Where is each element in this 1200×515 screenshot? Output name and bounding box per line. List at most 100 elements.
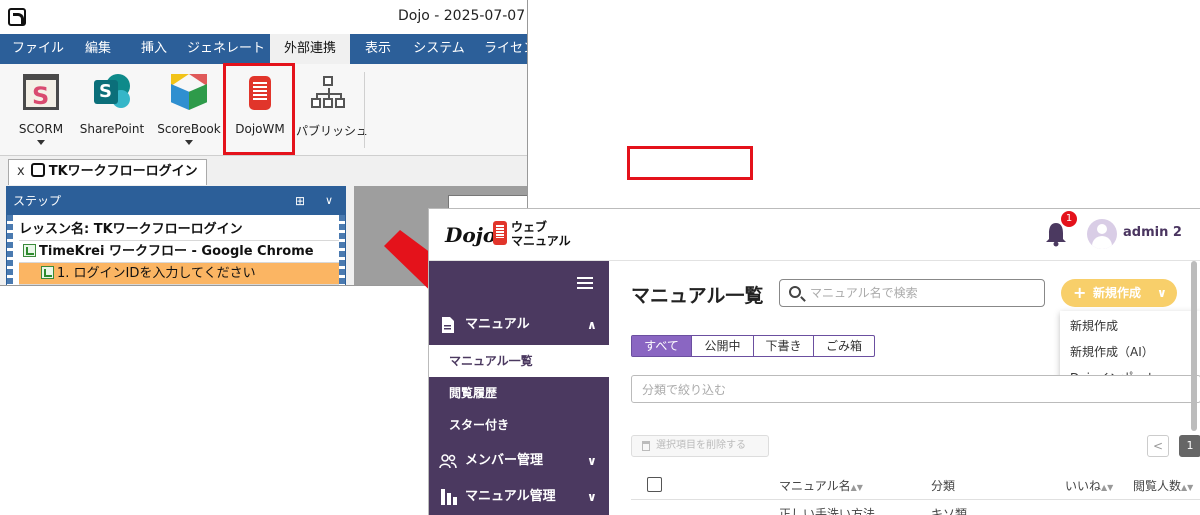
menu-external[interactable]: 外部連携 bbox=[270, 34, 350, 64]
step-row-1[interactable]: 1. ログインIDを入力してください bbox=[19, 263, 339, 285]
window-node-icon bbox=[23, 244, 36, 257]
lesson-name-row[interactable]: レッスン名: TKワークフローログイン bbox=[19, 219, 339, 241]
table-row-name[interactable]: 正しい手洗い方法 bbox=[779, 505, 875, 515]
scorebook-label: ScoreBook bbox=[157, 122, 221, 136]
sidebar-item-starred[interactable]: スター付き bbox=[429, 409, 609, 441]
tab-draft[interactable]: 下書き bbox=[754, 336, 814, 356]
logo-phone-icon bbox=[493, 221, 507, 245]
delete-selected-button[interactable]: 選択項目を削除する bbox=[631, 435, 769, 457]
chevron-down-icon[interactable]: ∨ bbox=[325, 187, 333, 215]
menu-view[interactable]: 表示 bbox=[354, 34, 402, 64]
vertical-scrollbar[interactable] bbox=[1191, 261, 1197, 431]
user-name[interactable]: admin 2 bbox=[1123, 225, 1182, 240]
step-row-1-label: 1. ログインIDを入力してください bbox=[57, 266, 256, 281]
web-header: Dojo ウェブ マニュアル 1 admin 2 bbox=[429, 209, 1200, 261]
tab-published[interactable]: 公開中 bbox=[692, 336, 754, 356]
dojowm-highlight-box bbox=[223, 63, 295, 155]
hamburger-menu-icon[interactable] bbox=[577, 277, 593, 289]
menu-system[interactable]: システム bbox=[408, 34, 470, 64]
window-row-label: TimeKrei ワークフロー - Google Chrome bbox=[39, 244, 314, 259]
column-header-views[interactable]: 閲覧人数▲▼ bbox=[1133, 477, 1193, 494]
bar-chart-icon bbox=[441, 489, 457, 505]
scorm-label: SCORM bbox=[18, 122, 64, 136]
document-tabs: x TKワークフローログイン bbox=[0, 156, 527, 186]
sharepoint-label: SharePoint bbox=[79, 122, 145, 136]
search-input[interactable] bbox=[810, 284, 1030, 302]
column-views-label: 閲覧人数 bbox=[1133, 479, 1182, 493]
web-manual-window: Dojo ウェブ マニュアル 1 admin 2 マニュアル ∧ マニュアル一覧 … bbox=[428, 208, 1200, 515]
pager-current-page[interactable]: 1 bbox=[1179, 435, 1200, 457]
select-all-checkbox[interactable] bbox=[647, 477, 662, 492]
step-panel-header: ステップ ⊞ ∨ bbox=[7, 187, 345, 215]
step-node-icon bbox=[41, 266, 54, 279]
sidebar-section-members[interactable]: メンバー管理 ∨ bbox=[429, 443, 609, 479]
sharepoint-icon: S bbox=[94, 74, 130, 110]
plus-icon: + bbox=[1073, 283, 1087, 302]
column-header-name[interactable]: マニュアル名▲▼ bbox=[779, 477, 863, 494]
title-bar: Dojo - 2025-07-07 15 bbox=[0, 0, 527, 34]
menu-generate[interactable]: ジェネレート bbox=[186, 34, 266, 64]
pager-prev-button[interactable]: < bbox=[1147, 435, 1169, 457]
chevron-down-icon: ∨ bbox=[587, 490, 597, 504]
delete-selected-label: 選択項目を削除する bbox=[656, 440, 746, 451]
sidebar-manual-admin-label: マニュアル管理 bbox=[465, 489, 556, 504]
dojo-logo-text: Dojo bbox=[445, 223, 497, 247]
new-create-button[interactable]: + 新規作成 ∨ bbox=[1061, 279, 1177, 307]
dropdown-new-ai[interactable]: 新規作成（AI） bbox=[1060, 339, 1200, 365]
sort-icon: ▲▼ bbox=[850, 483, 863, 492]
menu-edit[interactable]: 編集 bbox=[72, 34, 124, 64]
scorm-icon: S bbox=[23, 74, 59, 110]
publish-button[interactable]: パブリッシュ bbox=[296, 70, 369, 150]
scorebook-dropdown-arrow-icon bbox=[185, 140, 193, 145]
tab-title: TKワークフローログイン bbox=[48, 164, 198, 179]
sharepoint-button[interactable]: S SharePoint bbox=[74, 70, 150, 150]
people-icon bbox=[439, 454, 457, 469]
tab-all[interactable]: すべて bbox=[632, 336, 692, 356]
sidebar-manual-label: マニュアル bbox=[465, 317, 530, 332]
search-icon bbox=[789, 286, 801, 298]
table-divider bbox=[631, 499, 1200, 500]
sidebar-item-manual-list[interactable]: マニュアル一覧 bbox=[429, 345, 609, 377]
document-icon bbox=[442, 317, 454, 333]
scorebook-button[interactable]: ScoreBook bbox=[154, 70, 224, 150]
sidebar: マニュアル ∧ マニュアル一覧 閲覧履歴 スター付き メンバー管理 ∨ マニュア… bbox=[429, 261, 609, 515]
column-name-label: マニュアル名 bbox=[779, 479, 851, 493]
scorm-dropdown-arrow-icon bbox=[37, 140, 45, 145]
logo-web-manual: ウェブ マニュアル bbox=[511, 220, 571, 248]
tab-close-icon[interactable]: x bbox=[17, 164, 25, 179]
scorm-button[interactable]: S SCORM bbox=[12, 70, 70, 150]
tab-tk-workflow-login[interactable]: x TKワークフローログイン bbox=[8, 159, 207, 185]
category-filter-input[interactable] bbox=[642, 381, 942, 399]
publish-label: パブリッシュ bbox=[296, 124, 369, 138]
dojo-import-highlight-box bbox=[627, 146, 753, 180]
pin-icon[interactable]: ⊞ bbox=[295, 187, 305, 215]
sort-icon: ▲▼ bbox=[1181, 483, 1194, 492]
sidebar-section-manual-admin[interactable]: マニュアル管理 ∨ bbox=[429, 479, 609, 515]
category-filter bbox=[631, 375, 1200, 403]
logo-sub-2: マニュアル bbox=[511, 234, 571, 248]
dojo-doc-icon bbox=[30, 163, 45, 177]
sidebar-section-manual[interactable]: マニュアル ∧ bbox=[429, 307, 609, 343]
avatar[interactable] bbox=[1087, 219, 1117, 249]
page-title: マニュアル一覧 bbox=[631, 285, 764, 307]
column-header-likes[interactable]: いいね▲▼ bbox=[1065, 477, 1113, 494]
new-create-label: 新規作成 bbox=[1093, 286, 1142, 300]
sidebar-item-history[interactable]: 閲覧履歴 bbox=[429, 377, 609, 409]
logo-sub-1: ウェブ bbox=[511, 220, 548, 234]
menu-license[interactable]: ライセン bbox=[480, 34, 527, 64]
chevron-down-icon: ∨ bbox=[1157, 286, 1167, 300]
dropdown-new[interactable]: 新規作成 bbox=[1060, 313, 1200, 339]
column-header-category: 分類 bbox=[931, 479, 956, 493]
menu-file[interactable]: ファイル bbox=[8, 34, 68, 64]
sort-icon: ▲▼ bbox=[1101, 483, 1114, 492]
search-box bbox=[779, 279, 1045, 307]
menu-insert[interactable]: 挿入 bbox=[128, 34, 180, 64]
tab-trash[interactable]: ごみ箱 bbox=[814, 336, 874, 356]
status-tabs: すべて 公開中 下書き ごみ箱 bbox=[631, 335, 875, 357]
ribbon-separator bbox=[364, 72, 365, 148]
dojo-app-icon bbox=[8, 8, 26, 26]
preview-thumbnail[interactable] bbox=[448, 195, 527, 209]
window-row[interactable]: TimeKrei ワークフロー - Google Chrome bbox=[19, 241, 339, 263]
publish-hierarchy-icon bbox=[311, 74, 347, 110]
sidebar-members-label: メンバー管理 bbox=[465, 453, 544, 468]
